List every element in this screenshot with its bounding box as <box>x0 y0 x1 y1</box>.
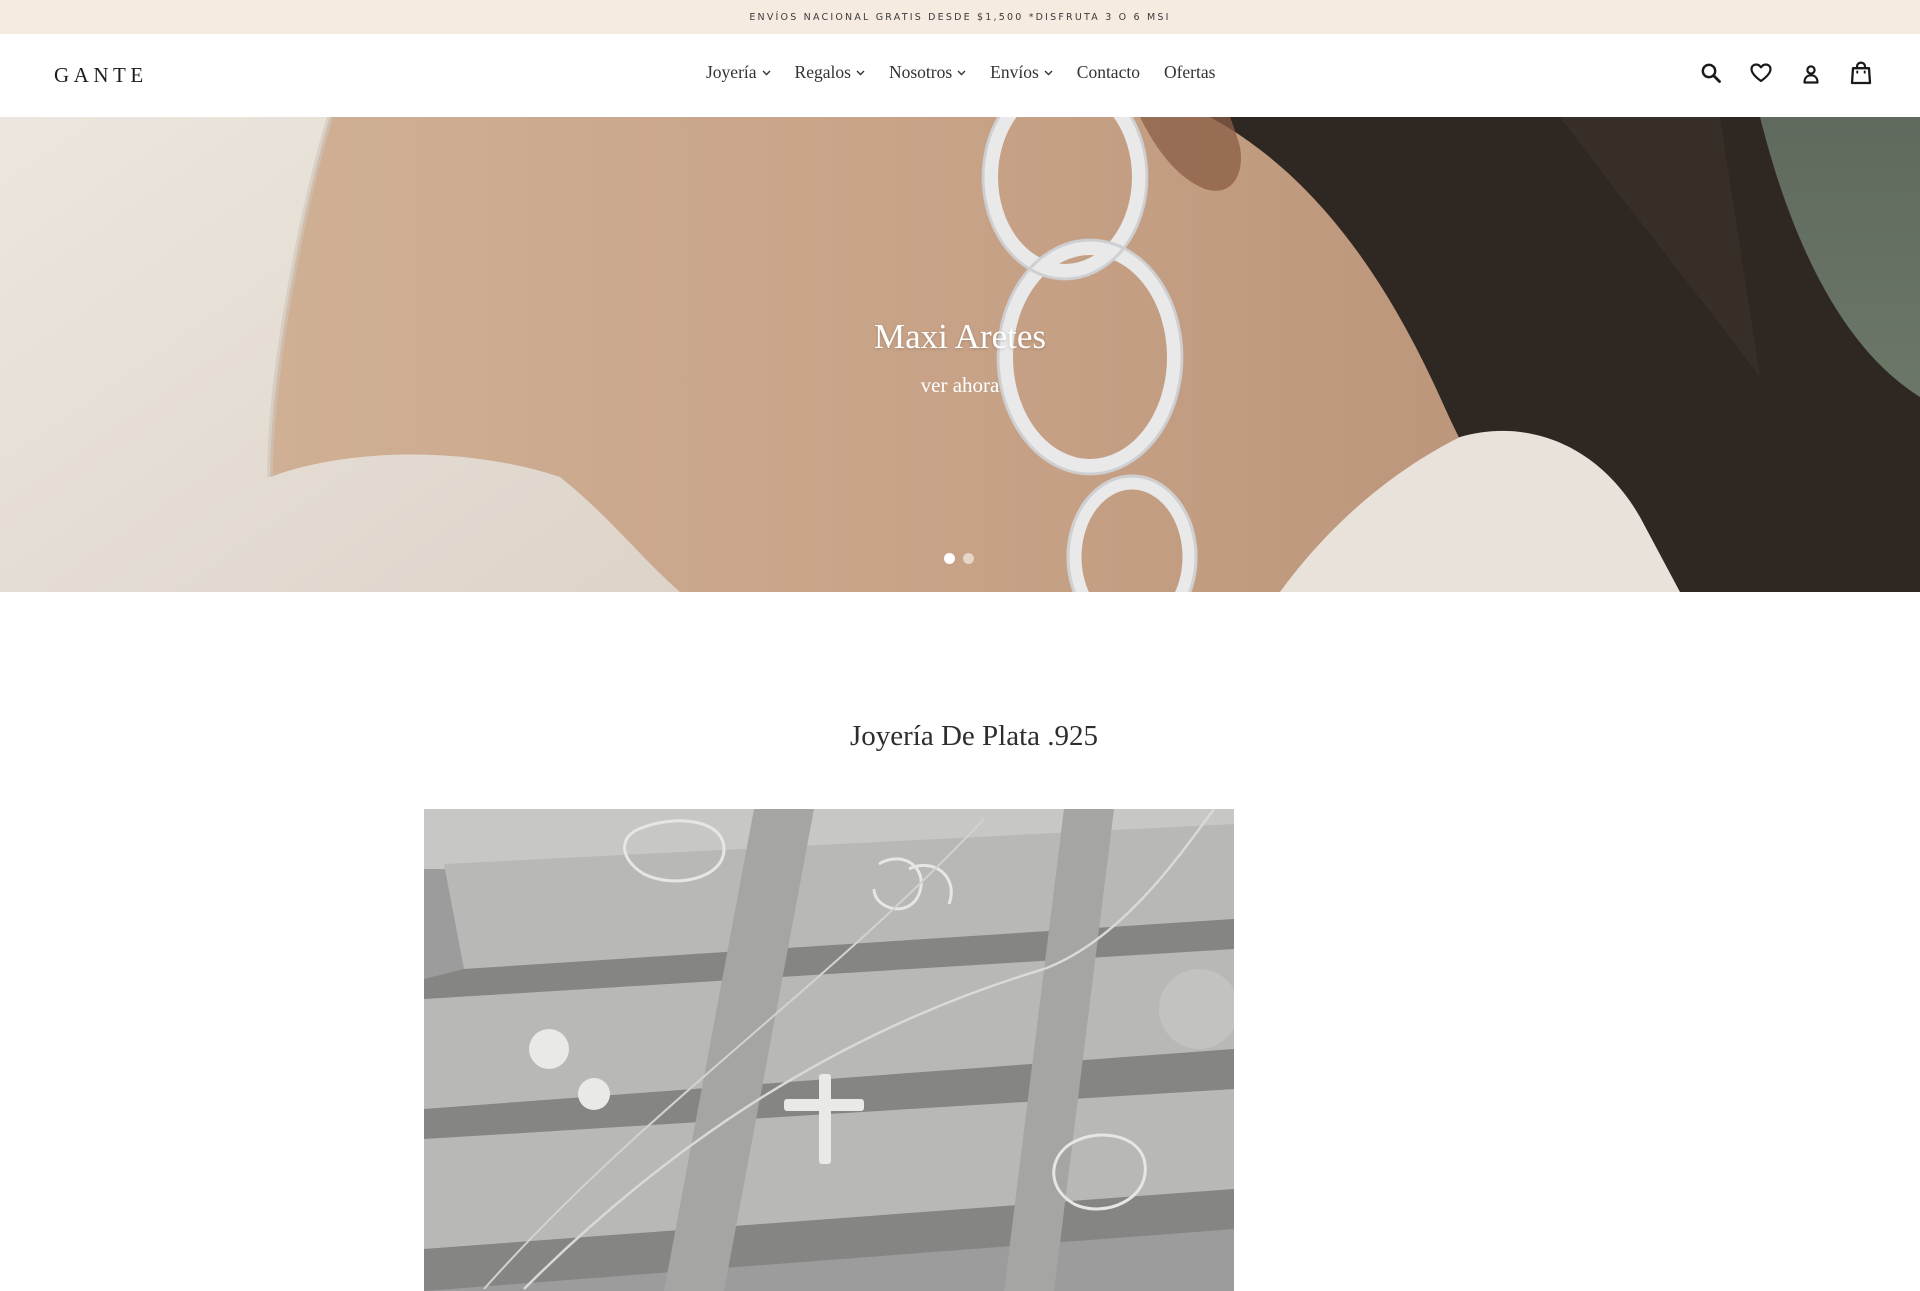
hero-cta-label[interactable]: ver ahora <box>921 373 1000 397</box>
nav-item-envios[interactable]: Envíos <box>990 62 1053 83</box>
slide-dot-2[interactable] <box>963 553 974 564</box>
nav-item-label: Joyería <box>706 62 757 82</box>
nav-item-label: Contacto <box>1076 62 1140 82</box>
chevron-down-icon <box>957 70 966 76</box>
bag-icon[interactable] <box>1848 60 1874 86</box>
hero-slideshow[interactable]: Maxi Aretes ver ahora <box>0 117 1920 592</box>
logo[interactable]: GANTE <box>54 63 148 88</box>
nav-item-contacto[interactable]: Contacto <box>1077 62 1140 83</box>
slideshow-dots <box>944 553 974 564</box>
nav-item-label: Nosotros <box>888 62 953 82</box>
nav-item-nosotros[interactable]: Nosotros <box>889 62 966 83</box>
nav-item-ofertas[interactable]: Ofertas <box>1164 62 1216 83</box>
chevron-down-icon <box>856 70 865 76</box>
header-icons <box>1698 60 1874 86</box>
chevron-down-icon <box>1044 70 1053 76</box>
heart-icon[interactable] <box>1748 60 1774 86</box>
site-header: GANTE Joyería Regalos Nosotros Envíos Co… <box>0 34 1920 117</box>
main-nav: Joyería Regalos Nosotros Envíos Contacto… <box>706 62 1215 83</box>
hero-title: Maxi Aretes <box>873 317 1047 356</box>
section-title: Joyería De Plata .925 <box>849 720 1099 752</box>
nav-item-regalos[interactable]: Regalos <box>795 62 865 83</box>
hero-cta-link[interactable]: ver ahora <box>0 373 1920 398</box>
slide-dot-1[interactable] <box>944 553 955 564</box>
nav-item-joyeria[interactable]: Joyería <box>706 62 771 83</box>
jewelry-tray-image <box>424 809 1234 1291</box>
chevron-down-icon <box>762 70 771 76</box>
search-icon[interactable] <box>1698 60 1724 86</box>
collection-image[interactable] <box>424 809 1234 1291</box>
announcement-bar: ENVÍOS NACIONAL GRATIS DESDE $1,500 *DIS… <box>0 0 1920 34</box>
announcement-text: ENVÍOS NACIONAL GRATIS DESDE $1,500 *DIS… <box>749 11 1171 23</box>
nav-item-label: Envíos <box>990 62 1039 82</box>
nav-item-label: Regalos <box>794 62 851 82</box>
nav-item-label: Ofertas <box>1163 62 1216 82</box>
user-icon[interactable] <box>1798 60 1824 86</box>
